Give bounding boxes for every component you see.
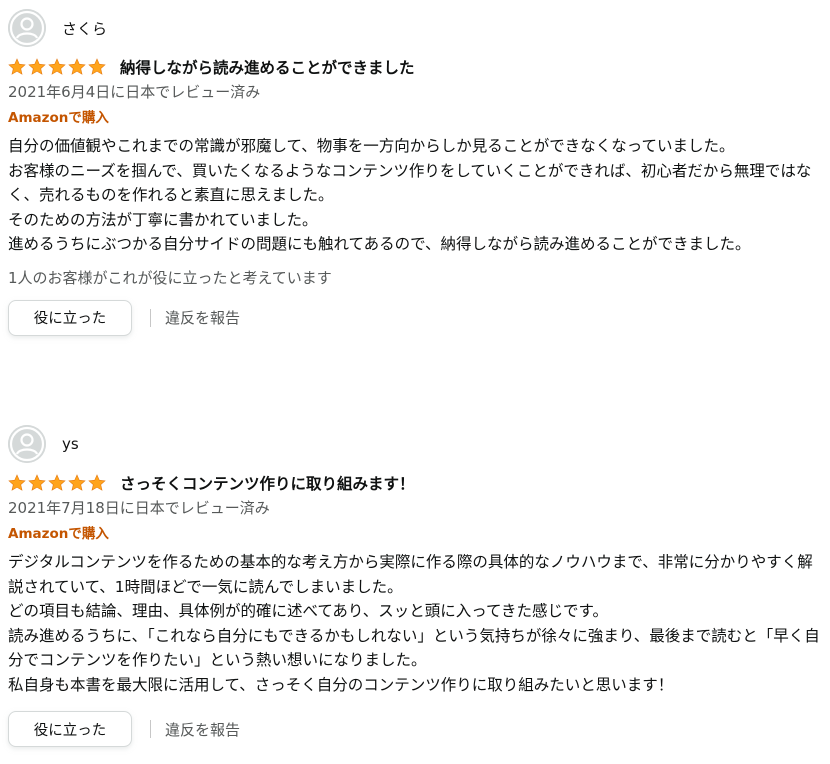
review-body: デジタルコンテンツを作るための基本的な考え方から実際に作る際の具体的なノウハウま… bbox=[8, 550, 820, 697]
review-paragraph: 読み進めるうちに、「これなら自分にもできるかもしれない」という気持ちが徐々に強ま… bbox=[8, 626, 820, 670]
review-paragraph: 私自身も本書を最大限に活用して、さっそく自分のコンテンツ作りに取り組みたいと思い… bbox=[8, 675, 674, 694]
five-star-icon bbox=[8, 474, 106, 491]
reviewer-profile[interactable]: ys bbox=[8, 424, 824, 464]
review-paragraph: お客様のニーズを掴んで、買いたくなるようなコンテンツ作りをしていくことができれば… bbox=[8, 161, 812, 205]
divider bbox=[150, 308, 151, 327]
review-body: 自分の価値観やこれまでの常識が邪魔して、物事を一方向からしか見ることができなくな… bbox=[8, 134, 820, 257]
divider bbox=[150, 720, 151, 738]
star-rating[interactable] bbox=[8, 57, 106, 77]
avatar-icon bbox=[8, 9, 46, 47]
reviewer-name[interactable]: さくら bbox=[62, 18, 107, 39]
review-paragraph: 自分の価値観やこれまでの常識が邪魔して、物事を一方向からしか見ることができなくな… bbox=[8, 137, 735, 155]
review-paragraph: そのための方法が丁寧に書かれていました。 bbox=[8, 210, 318, 229]
review-date: 2021年6月4日に日本でレビュー済み bbox=[8, 83, 261, 101]
review-paragraph: どの項目も結論、理由、具体例が的確に述べてあり、スッと頭に入ってきた感じです。 bbox=[8, 602, 609, 620]
review-card: ys さっそくコンテンツ作りに取り組みます！ 2021年7月18日に日本でレビュ… bbox=[8, 424, 824, 747]
review-paragraph: デジタルコンテンツを作るための基本的な考え方から実際に作る際の具体的なノウハウま… bbox=[8, 553, 813, 596]
reviewer-name[interactable]: ys bbox=[62, 435, 79, 453]
review-title[interactable]: 納得しながら読み進めることができました bbox=[120, 56, 415, 78]
report-abuse-link[interactable]: 違反を報告 bbox=[165, 719, 240, 740]
verified-purchase-badge: Amazonで購入 bbox=[8, 526, 109, 542]
helpful-count: 1人のお客様がこれが役に立ったと考えています bbox=[8, 268, 332, 287]
review-title[interactable]: さっそくコンテンツ作りに取り組みます！ bbox=[120, 472, 415, 494]
avatar-icon bbox=[8, 425, 46, 463]
helpful-button[interactable]: 役に立った bbox=[8, 711, 132, 747]
review-actions: 役に立った 違反を報告 bbox=[8, 711, 824, 747]
reviewer-profile[interactable]: さくら bbox=[8, 8, 824, 48]
helpful-button[interactable]: 役に立った bbox=[8, 299, 132, 336]
verified-purchase-badge: Amazonで購入 bbox=[8, 110, 109, 126]
five-star-icon bbox=[8, 58, 106, 75]
review-actions: 役に立った 違反を報告 bbox=[8, 299, 824, 336]
review-card: さくら 納得しながら読み進めることができました 2021年6月4日に日本でレビュ… bbox=[8, 8, 824, 336]
review-paragraph: 進めるうちにぶつかる自分サイドの問題にも触れてあるので、納得しながら読み進めるこ… bbox=[8, 235, 751, 253]
star-rating[interactable] bbox=[8, 473, 106, 493]
review-date: 2021年7月18日に日本でレビュー済み bbox=[8, 499, 270, 517]
report-abuse-link[interactable]: 違反を報告 bbox=[165, 307, 240, 328]
